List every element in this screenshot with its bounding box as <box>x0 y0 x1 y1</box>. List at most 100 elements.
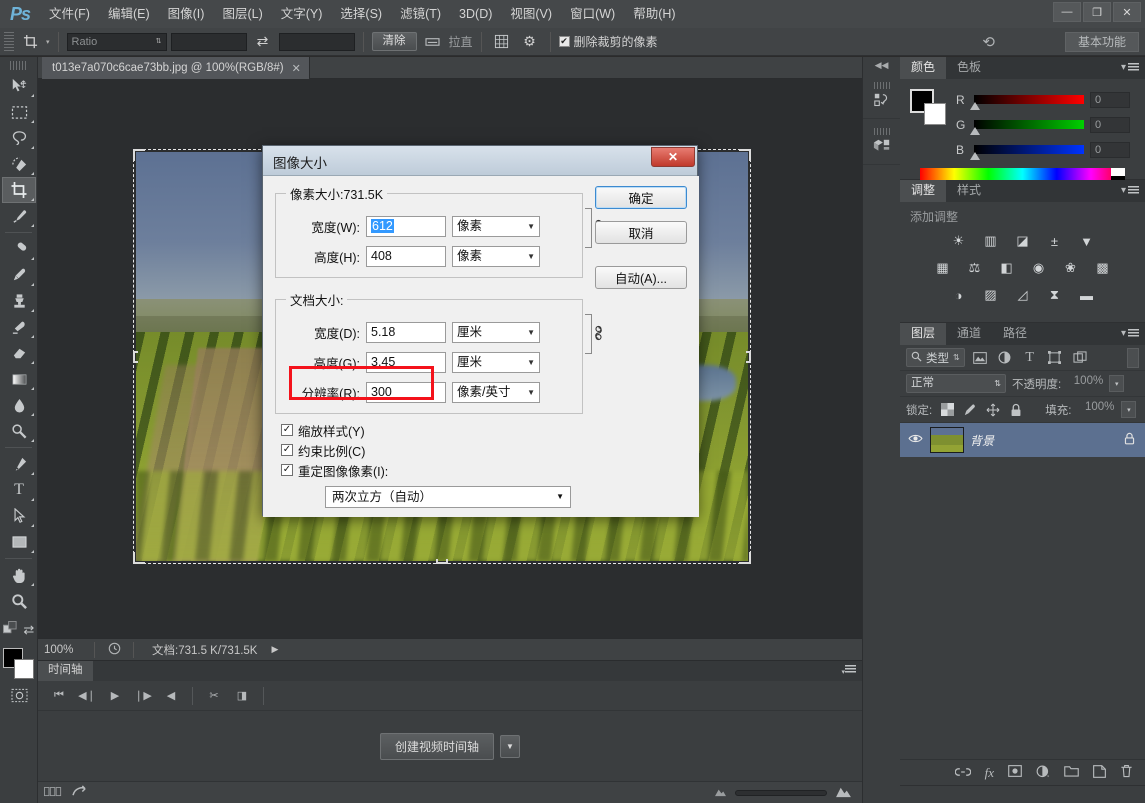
posterize-icon[interactable]: ▨ <box>980 285 1002 305</box>
scale-styles-checkbox[interactable]: ✓ 缩放样式(Y) <box>281 420 571 440</box>
move-tool[interactable] <box>2 73 36 99</box>
hue-saturation-icon[interactable]: ▦ <box>932 258 954 278</box>
tab-styles[interactable]: 样式 <box>946 180 992 202</box>
pixel-height-unit-select[interactable]: 像素 ▼ <box>452 246 540 267</box>
hand-tool[interactable] <box>2 562 36 588</box>
red-channel-slider[interactable] <box>974 95 1084 104</box>
layer-filter-type-select[interactable]: 类型 ⇅ <box>906 348 965 367</box>
timeline-zoom-slider[interactable] <box>735 790 827 796</box>
tab-channels[interactable]: 通道 <box>946 323 992 345</box>
menu-window[interactable]: 窗口(W) <box>561 0 624 28</box>
resample-image-checkbox[interactable]: ✓ 重定图像像素(I): <box>281 460 571 480</box>
clock-icon[interactable] <box>95 642 133 658</box>
background-color-swatch[interactable] <box>14 659 34 679</box>
straighten-icon[interactable] <box>421 31 445 53</box>
channel-mixer-icon[interactable]: ❀ <box>1060 258 1082 278</box>
transition-icon[interactable]: ◨ <box>229 685 255 707</box>
crop-tool[interactable] <box>2 177 36 203</box>
ok-button[interactable]: 确定 <box>595 186 687 209</box>
adjustments-panel-menu-icon[interactable]: ▾ <box>1121 185 1139 196</box>
filter-smart-object-icon[interactable] <box>1070 348 1090 368</box>
new-adjustment-icon[interactable] <box>1036 765 1050 781</box>
tab-swatches[interactable]: 色板 <box>946 57 992 79</box>
doc-height-unit-select[interactable]: 厘米 ▼ <box>452 352 540 373</box>
expand-panels-icon[interactable]: ◀◀ <box>863 57 900 73</box>
levels-icon[interactable]: ▥ <box>980 231 1002 251</box>
menu-layer[interactable]: 图层(L) <box>213 0 271 28</box>
workspace-selector[interactable]: 基本功能 <box>1065 32 1139 52</box>
quick-selection-tool[interactable] <box>2 151 36 177</box>
delete-cropped-pixels-checkbox[interactable]: ✔ 删除裁剪的像素 <box>559 33 658 50</box>
zoom-tool[interactable] <box>2 588 36 614</box>
menu-image[interactable]: 图像(I) <box>159 0 214 28</box>
menu-filter[interactable]: 滤镜(T) <box>391 0 450 28</box>
frames-icon[interactable] <box>44 786 62 800</box>
exposure-icon[interactable]: ± <box>1044 231 1066 251</box>
cancel-button[interactable]: 取消 <box>595 221 687 244</box>
blue-channel-slider[interactable] <box>974 145 1084 154</box>
filter-pixel-icon[interactable] <box>970 348 990 368</box>
tab-adjustments[interactable]: 调整 <box>900 180 946 202</box>
lock-transparency-icon[interactable] <box>939 402 955 418</box>
resolution-input[interactable]: 300 <box>366 382 446 403</box>
crop-width-input[interactable] <box>171 33 247 51</box>
minimize-button[interactable]: — <box>1053 2 1081 22</box>
doc-width-input[interactable]: 5.18 <box>366 322 446 343</box>
grid-icon[interactable] <box>490 31 514 53</box>
layers-list[interactable]: 背景 <box>900 423 1145 713</box>
gradient-tool[interactable] <box>2 366 36 392</box>
delete-layer-icon[interactable] <box>1120 764 1133 781</box>
filter-shape-icon[interactable] <box>1045 348 1065 368</box>
crop-tool-icon[interactable] <box>18 31 42 53</box>
blur-tool[interactable] <box>2 392 36 418</box>
layer-name[interactable]: 背景 <box>970 432 1118 449</box>
close-button[interactable]: ✕ <box>1113 2 1141 22</box>
layers-panel-menu-icon[interactable]: ▾ <box>1121 328 1139 339</box>
lock-all-icon[interactable] <box>1008 402 1024 418</box>
lasso-tool[interactable] <box>2 125 36 151</box>
constrain-proportions-checkbox[interactable]: ✓ 约束比例(C) <box>281 440 571 460</box>
pixel-width-input[interactable]: 612 <box>366 216 446 237</box>
brush-tool[interactable] <box>2 262 36 288</box>
tools-panel-grip[interactable] <box>10 61 27 70</box>
new-layer-icon[interactable] <box>1093 765 1106 781</box>
tab-paths[interactable]: 路径 <box>992 323 1038 345</box>
tab-layers[interactable]: 图层 <box>900 323 946 345</box>
audio-button[interactable]: ◀ <box>158 685 184 707</box>
switch-colors-icon[interactable]: ⇄ <box>23 622 34 638</box>
eraser-tool[interactable] <box>2 340 36 366</box>
color-lookup-icon[interactable]: ▩ <box>1092 258 1114 278</box>
color-panel-menu-icon[interactable]: ▾ <box>1121 62 1139 73</box>
swap-dimensions-icon[interactable]: ⇄ <box>251 31 275 53</box>
timeline-panel-menu-icon[interactable]: ▾ <box>841 665 856 677</box>
auto-button[interactable]: 自动(A)... <box>595 266 687 289</box>
color-swatches[interactable] <box>3 648 35 680</box>
selective-color-icon[interactable]: ▬ <box>1076 285 1098 305</box>
opacity-caret-icon[interactable]: ▾ <box>1109 375 1124 392</box>
menu-3d[interactable]: 3D(D) <box>450 0 501 28</box>
quick-mask-icon[interactable] <box>2 684 36 706</box>
straighten-label[interactable]: 拉直 <box>449 33 473 50</box>
layer-thumbnail[interactable] <box>930 427 964 453</box>
create-timeline-caret-icon[interactable]: ▼ <box>500 735 520 758</box>
healing-brush-tool[interactable] <box>2 236 36 262</box>
dodge-tool[interactable] <box>2 418 36 444</box>
green-slider-thumb[interactable] <box>970 127 980 135</box>
maximize-button[interactable]: ❐ <box>1083 2 1111 22</box>
next-frame-button[interactable]: ❘▶ <box>130 685 156 707</box>
gear-icon[interactable]: ⚙ <box>518 31 542 53</box>
reset-icon[interactable]: ⟲ <box>982 33 995 51</box>
marquee-tool[interactable] <box>2 99 36 125</box>
color-panel-swatches[interactable] <box>910 89 946 125</box>
lock-position-icon[interactable] <box>985 402 1001 418</box>
eye-icon[interactable] <box>906 433 924 447</box>
red-slider-thumb[interactable] <box>970 102 980 110</box>
lock-image-icon[interactable] <box>962 402 978 418</box>
color-balance-icon[interactable]: ⚖ <box>964 258 986 278</box>
large-thumbnail-icon[interactable] <box>835 785 852 801</box>
menu-help[interactable]: 帮助(H) <box>624 0 684 28</box>
table-row[interactable]: 背景 <box>900 423 1145 457</box>
pen-tool[interactable] <box>2 451 36 477</box>
blend-mode-select[interactable]: 正常 ⇅ <box>906 374 1006 393</box>
crop-height-input[interactable] <box>279 33 355 51</box>
